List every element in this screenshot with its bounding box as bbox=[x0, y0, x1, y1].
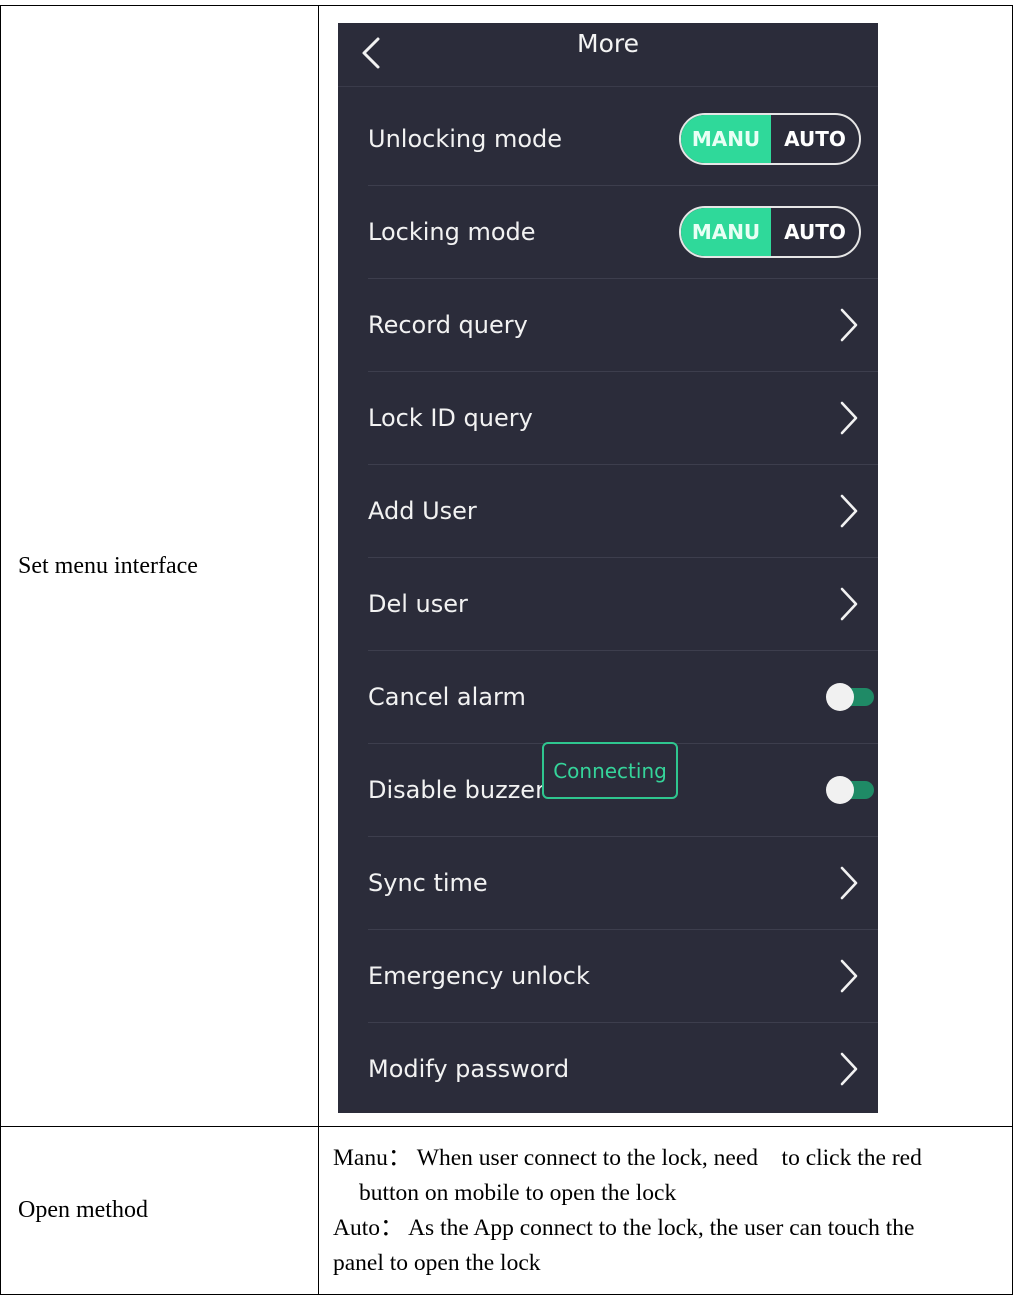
unlocking-mode-segmented-control: MANU AUTO bbox=[679, 112, 861, 165]
screenshot-cell: More Unlocking mode MANU AUTO Locking mo… bbox=[318, 5, 1013, 1127]
locking-mode-segmented-control: MANU AUTO bbox=[679, 205, 861, 258]
chevron-right-icon bbox=[840, 308, 858, 341]
menu-item-del-user[interactable]: Del user bbox=[368, 557, 878, 651]
page-title: More bbox=[577, 29, 639, 58]
table-row: Set menu interface More Unlocking mode M… bbox=[0, 5, 1013, 1127]
chevron-right-icon bbox=[840, 959, 858, 992]
menu-item-emergency-unlock[interactable]: Emergency unlock bbox=[368, 929, 878, 1023]
toggle-knob bbox=[826, 775, 854, 804]
locking-mode-manu-option[interactable]: MANU bbox=[681, 207, 771, 256]
menu-item-label: Unlocking mode bbox=[368, 124, 563, 153]
unlocking-mode-manu-option[interactable]: MANU bbox=[681, 114, 771, 163]
menu-item-label: Del user bbox=[368, 589, 468, 618]
menu-item-label: Locking mode bbox=[368, 217, 536, 246]
menu-item-cancel-alarm: Cancel alarm bbox=[368, 650, 878, 744]
open-method-description: Manu： When user connect to the lock, nee… bbox=[318, 1126, 1013, 1295]
chevron-right-icon bbox=[840, 401, 858, 434]
chevron-right-icon bbox=[840, 494, 858, 527]
menu-item-unlocking-mode: Unlocking mode MANU AUTO bbox=[368, 92, 878, 186]
toggle-knob bbox=[826, 682, 854, 711]
row-label-set-menu: Set menu interface bbox=[0, 5, 319, 1127]
document-table: Set menu interface More Unlocking mode M… bbox=[0, 5, 1013, 1295]
app-header: More bbox=[338, 23, 878, 87]
connecting-toast: Connecting bbox=[542, 742, 678, 799]
phone-screen: More Unlocking mode MANU AUTO Locking mo… bbox=[338, 23, 878, 1113]
cancel-alarm-toggle[interactable] bbox=[826, 682, 874, 711]
auto-description-line1: Auto： As the App connect to the lock, th… bbox=[333, 1214, 915, 1241]
menu-item-label: Modify password bbox=[368, 1054, 570, 1083]
table-row: Open method Manu： When user connect to t… bbox=[0, 1126, 1013, 1295]
chevron-right-icon bbox=[840, 587, 858, 620]
menu-item-add-user[interactable]: Add User bbox=[368, 464, 878, 558]
menu-item-lock-id-query[interactable]: Lock ID query bbox=[368, 371, 878, 465]
menu-item-label: Cancel alarm bbox=[368, 682, 526, 711]
manu-description-line2: button on mobile to open the lock bbox=[359, 1179, 677, 1206]
manu-description-line1: Manu： When user connect to the lock, nee… bbox=[333, 1144, 922, 1171]
menu-item-record-query[interactable]: Record query bbox=[368, 278, 878, 372]
row-label-open-method: Open method bbox=[0, 1126, 319, 1295]
chevron-right-icon bbox=[840, 1052, 858, 1085]
menu-item-label: Record query bbox=[368, 310, 528, 339]
menu-item-label: Add User bbox=[368, 496, 477, 525]
unlocking-mode-auto-option[interactable]: AUTO bbox=[771, 115, 859, 163]
disable-buzzer-toggle[interactable] bbox=[826, 775, 874, 804]
menu-item-label: Emergency unlock bbox=[368, 961, 590, 990]
menu-item-label: Sync time bbox=[368, 868, 488, 897]
locking-mode-auto-option[interactable]: AUTO bbox=[771, 208, 859, 256]
auto-description-line2: panel to open the lock bbox=[333, 1249, 541, 1276]
menu-item-label: Lock ID query bbox=[368, 403, 533, 432]
menu-item-sync-time[interactable]: Sync time bbox=[368, 836, 878, 930]
menu-item-locking-mode: Locking mode MANU AUTO bbox=[368, 185, 878, 279]
chevron-right-icon bbox=[840, 866, 858, 899]
menu-item-modify-password[interactable]: Modify password bbox=[368, 1022, 878, 1113]
menu-item-label: Disable buzzer bbox=[368, 775, 545, 804]
